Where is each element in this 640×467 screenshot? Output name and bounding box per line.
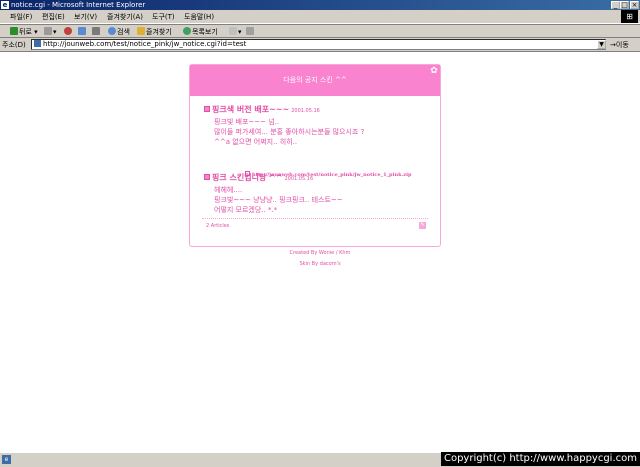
- menu-file[interactable]: 파일(F): [10, 12, 32, 22]
- mail-icon: [229, 27, 237, 35]
- stop-button[interactable]: [64, 27, 73, 37]
- menu-tools[interactable]: 도구(T): [152, 12, 175, 22]
- close-button[interactable]: ×: [630, 1, 639, 9]
- status-page-icon: e: [2, 455, 11, 464]
- menu-edit[interactable]: 편집(E): [42, 12, 65, 22]
- go-button[interactable]: →이동: [610, 40, 629, 50]
- maximize-button[interactable]: □: [620, 1, 629, 9]
- page-content: 다음의 공지 스킨 ^^ ✿ 핑크색 버전 배포~~~ 2001.05.16 핑크…: [0, 52, 640, 452]
- mail-button[interactable]: ▾: [229, 27, 242, 37]
- forward-arrow-icon: [44, 27, 52, 35]
- title-bar: e notice.cgi - Microsoft Internet Explor…: [0, 0, 640, 10]
- post-body: 헤헤헤.... 핑크빛~~~ 냥냥냥.. 핑크핑크.. 테스트~~ 어떻지 모르…: [214, 186, 343, 214]
- notice-title: 다음의 공지 스킨 ^^: [283, 76, 347, 84]
- refresh-button[interactable]: [78, 27, 87, 37]
- favorites-icon: [137, 27, 145, 35]
- home-icon: [92, 27, 100, 35]
- address-input[interactable]: http://jounweb.com/test/notice_pink/jw_n…: [31, 39, 606, 50]
- notice-header: 다음의 공지 스킨 ^^: [190, 65, 440, 96]
- divider: [202, 218, 428, 219]
- post-date: 2001.05.16: [291, 108, 320, 114]
- window-title: notice.cgi - Microsoft Internet Explorer: [11, 1, 146, 9]
- history-icon: [183, 27, 191, 35]
- forward-button[interactable]: ▾: [44, 27, 57, 37]
- copyright-watermark: Copyright(c) http://www.happycgi.com: [440, 452, 640, 466]
- menu-favorites[interactable]: 즐겨찾기(A): [107, 12, 143, 22]
- back-arrow-icon: [10, 27, 18, 35]
- credit-skin: Skin By dacom's: [299, 261, 341, 267]
- back-button[interactable]: 뒤로 ▾: [10, 27, 38, 37]
- search-button[interactable]: 검색: [108, 27, 130, 37]
- toolbar: 뒤로 ▾ ▾ 검색 즐겨찾기 목록보기 ▾: [0, 24, 640, 38]
- write-button[interactable]: ✎: [419, 222, 426, 229]
- history-button[interactable]: 목록보기: [183, 27, 218, 37]
- favorites-button[interactable]: 즐겨찾기: [137, 27, 172, 37]
- menu-bar: 파일(F) 편집(E) 보기(V) 즐겨찾기(A) 도구(T) 도움말(H): [0, 10, 640, 24]
- post-bullet-icon: [204, 174, 210, 180]
- post-title[interactable]: 핑크색 버전 배포~~~ 2001.05.16: [204, 104, 434, 115]
- print-icon: [246, 27, 254, 35]
- stop-icon: [64, 27, 72, 35]
- refresh-icon: [78, 27, 86, 35]
- post-title[interactable]: 핑크 스킨입니당 ^^ 2001.05.16: [204, 172, 434, 183]
- post-body: 핑크빛 배포~~~ 넘.. 많이들 퍼가세여... 분홍 좋아하시는분들 많으시…: [214, 118, 365, 146]
- search-icon: [108, 27, 116, 35]
- address-url: http://jounweb.com/test/notice_pink/jw_n…: [43, 40, 247, 48]
- notice-post: 핑크 스킨입니당 ^^ 2001.05.16 헤헤헤.... 핑크빛~~~ 냥냥냥…: [204, 172, 434, 215]
- address-bar: 주소(D) http://jounweb.com/test/notice_pin…: [0, 38, 640, 52]
- address-dropdown-button[interactable]: ▼: [597, 40, 606, 49]
- ie-icon: e: [1, 1, 9, 9]
- menu-view[interactable]: 보기(V): [74, 12, 97, 22]
- credit-created: Created By Wonie / Khm: [289, 250, 351, 256]
- menu-help[interactable]: 도움말(H): [184, 12, 214, 22]
- minimize-button[interactable]: _: [611, 1, 620, 9]
- post-bullet-icon: [204, 106, 210, 112]
- flower-icon: ✿: [430, 66, 438, 76]
- home-button[interactable]: [92, 27, 101, 37]
- notice-post: 핑크색 버전 배포~~~ 2001.05.16 핑크빛 배포~~~ 넘.. 많이들…: [204, 104, 434, 147]
- article-count: 2 Articles: [206, 223, 230, 229]
- address-label: 주소(D): [2, 41, 26, 49]
- print-button[interactable]: [246, 27, 255, 37]
- post-date: 2001.05.16: [284, 176, 314, 182]
- notice-board: 다음의 공지 스킨 ^^ ✿ 핑크색 버전 배포~~~ 2001.05.16 핑크…: [189, 64, 441, 247]
- windows-logo-icon: ⊞: [621, 10, 638, 23]
- page-icon: [34, 40, 41, 47]
